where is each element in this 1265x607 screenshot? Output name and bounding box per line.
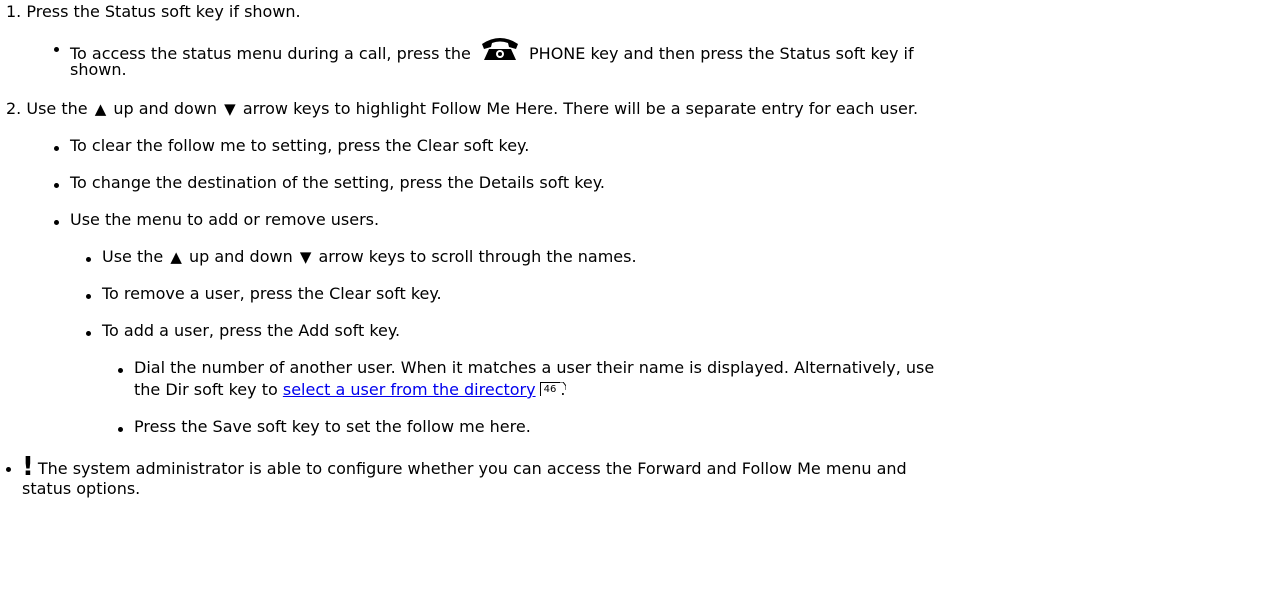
item-text: To clear the follow me to setting, press… xyxy=(70,136,530,155)
list-item-scroll: Use the ▲ up and down ▼ arrow keys to sc… xyxy=(102,246,637,268)
step-text: Press the Status soft key if shown. xyxy=(26,2,301,21)
step-text: arrow keys to highlight Follow Me Here. … xyxy=(242,99,919,118)
down-arrow-icon: ▼ xyxy=(224,100,236,118)
directory-link[interactable]: select a user from the directory xyxy=(283,380,536,399)
list-item-status-during-call: To access the status menu during a call,… xyxy=(70,36,914,65)
list-item-continuation: shown. xyxy=(70,59,127,81)
bullet xyxy=(54,47,59,52)
bullet xyxy=(54,183,59,188)
page-fold-icon xyxy=(560,382,567,390)
up-arrow-icon: ▲ xyxy=(94,100,107,118)
list-item-menu: Use the menu to add or remove users. xyxy=(70,209,379,231)
item-text: To add a user, press the Add soft key. xyxy=(102,321,401,340)
note-text: The system administrator is able to conf… xyxy=(37,459,907,478)
step-number: 2. xyxy=(6,99,22,118)
bullet xyxy=(86,257,91,262)
list-item-details: To change the destination of the setting… xyxy=(70,172,605,194)
list-item-clear: To clear the follow me to setting, press… xyxy=(70,135,529,157)
item-text: To remove a user, press the Clear soft k… xyxy=(102,284,442,303)
item-text: shown. xyxy=(70,60,127,79)
admin-note-continuation: status options. xyxy=(22,478,140,500)
note-text: status options. xyxy=(22,479,141,498)
step-1: 1. Press the Status soft key if shown. xyxy=(6,1,301,23)
bullet xyxy=(54,146,59,151)
step-text: Use the xyxy=(26,99,88,118)
item-text: up and down xyxy=(188,247,293,266)
item-text: To change the destination of the setting… xyxy=(70,173,605,192)
item-text: PHONE key and then press the Status soft… xyxy=(529,44,914,63)
up-arrow-icon: ▲ xyxy=(170,248,182,266)
bullet xyxy=(6,467,11,472)
document-page: { "steps": [ { "number": "1.", "text": "… xyxy=(0,0,1265,607)
bullet xyxy=(118,427,123,432)
bullet xyxy=(86,294,91,299)
phone-key-icon xyxy=(477,36,522,62)
admin-note: ! The system administrator is able to con… xyxy=(22,454,907,480)
bullet xyxy=(54,220,59,225)
item-text: Use the menu to add or remove users. xyxy=(70,210,380,229)
item-text: the Dir soft key to xyxy=(134,380,278,399)
list-item-dial-continuation: the Dir soft key to select a user from t… xyxy=(134,379,567,401)
step-text: up and down xyxy=(113,99,218,118)
item-text: To access the status menu during a call,… xyxy=(70,44,471,63)
step-number: 1. xyxy=(6,2,22,21)
list-item-save: Press the Save soft key to set the follo… xyxy=(134,416,531,438)
down-arrow-icon: ▼ xyxy=(299,248,312,266)
list-item-add: To add a user, press the Add soft key. xyxy=(102,320,400,342)
item-text: Use the xyxy=(102,247,164,266)
list-item-dial: Dial the number of another user. When it… xyxy=(134,357,934,379)
item-text: Press the Save soft key to set the follo… xyxy=(134,417,531,436)
page-reference[interactable]: 46 xyxy=(539,382,567,396)
bullet xyxy=(118,368,123,373)
item-text: Dial the number of another user. When it… xyxy=(134,358,935,377)
item-text: arrow keys to scroll through the names. xyxy=(318,247,637,266)
page-ref-number: 46 xyxy=(543,384,557,395)
bullet xyxy=(86,331,91,336)
step-2: 2. Use the ▲ up and down ▼ arrow keys to… xyxy=(6,98,918,120)
list-item-remove: To remove a user, press the Clear soft k… xyxy=(102,283,442,305)
